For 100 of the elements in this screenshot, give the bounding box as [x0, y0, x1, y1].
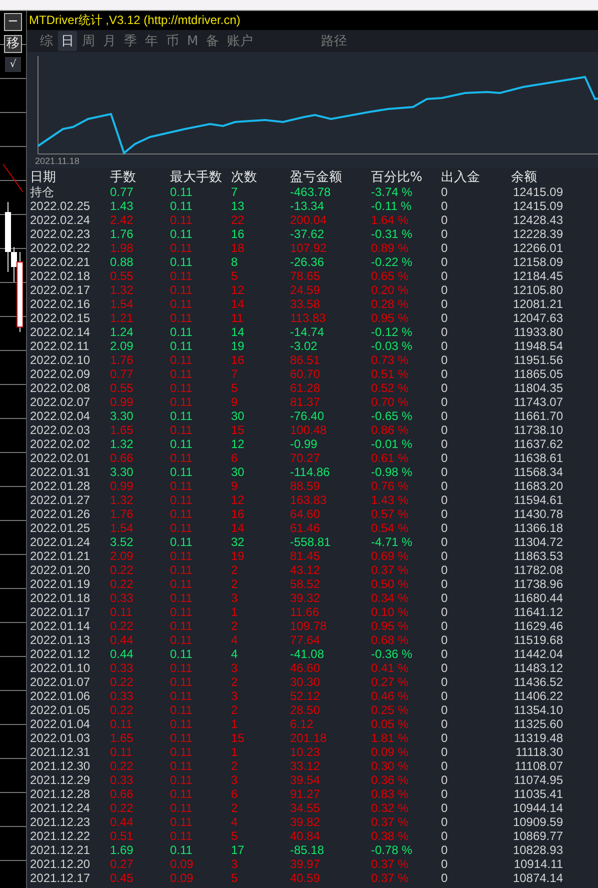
table-cell-text: -76.40: [290, 409, 326, 423]
tab[interactable]: 综: [37, 31, 56, 51]
tab[interactable]: 周: [79, 31, 98, 51]
table-cell-text: 0.44: [110, 647, 134, 661]
table-cell-text: 0.11: [170, 731, 194, 745]
table-cell-text: 0: [441, 213, 449, 227]
table-cell-text: 40.59: [290, 871, 322, 885]
table-cell-text: 0: [441, 465, 449, 479]
table-cell-text: 0: [441, 311, 449, 325]
table-cell-text: 0.22: [110, 703, 134, 717]
table-cell-text: 0: [441, 339, 449, 353]
table-cell-text: 52.12: [290, 689, 322, 703]
tab[interactable]: 月: [100, 31, 119, 51]
table-cell-text: 2022.01.06: [30, 689, 92, 703]
table-cell-text: 0: [441, 675, 449, 689]
table-cell-text: 33.12: [290, 759, 322, 773]
table-cell-text: 2022.01.13: [30, 633, 92, 647]
table-cell-text: 2022.01.05: [30, 703, 92, 717]
table-cell-text: 持仓: [30, 185, 55, 199]
table-cell-text: 163.83: [290, 493, 328, 507]
tab[interactable]: 备: [203, 31, 222, 51]
table-cell-text: 0.22: [110, 675, 134, 689]
table-cell-text: 0: [441, 507, 449, 521]
toolbar-button[interactable]: √: [5, 57, 21, 72]
table-cell-text: 0.11: [170, 493, 194, 507]
tab[interactable]: 账户: [224, 31, 256, 51]
table-cell-text: 7: [231, 185, 239, 199]
table-cell-text: 39.54: [290, 773, 322, 787]
table-cell-text: 12415.09: [512, 199, 563, 213]
table-cell-text: 0.33: [110, 591, 134, 605]
table-cell-text: 0.11: [170, 535, 194, 549]
table-cell-text: 1.65: [110, 423, 134, 437]
table-cell-text: 28.50: [290, 703, 322, 717]
table-cell-text: 14: [231, 297, 246, 311]
table-cell-text: 8: [231, 255, 239, 269]
tab[interactable]: 路径: [318, 31, 350, 51]
table-cell-text: 0.11: [170, 563, 194, 577]
table-cell-text: 0: [441, 577, 449, 591]
table-cell-text: 2022.02.23: [30, 227, 92, 241]
table-cell-text: 0: [441, 661, 449, 675]
table-cell-text: -0.11 %: [371, 199, 412, 213]
tab[interactable]: 币: [163, 31, 182, 51]
table-cell-text: 1.32: [110, 283, 134, 297]
table-cell-text: 0.41 %: [371, 661, 410, 675]
table-cell-text: 0.37 %: [371, 857, 410, 871]
table-cell-text: 22: [231, 213, 246, 227]
table-cell-text: 0.50 %: [371, 577, 410, 591]
table-cell-text: 10944.14: [512, 801, 563, 815]
table-cell-text: 14: [231, 325, 246, 339]
table-cell-text: 1: [231, 605, 239, 619]
table-cell-text: 0.11: [170, 213, 194, 227]
table-cell-text: 0.11: [170, 423, 194, 437]
table-cell-text: 0: [441, 479, 449, 493]
table-cell-text: -41.08: [290, 647, 326, 661]
table-cell-text: 6: [231, 787, 239, 801]
table-cell-text: 1.76: [110, 353, 134, 367]
table-cell-text: 11948.54: [512, 339, 563, 353]
table-cell-text: -0.99: [290, 437, 318, 451]
table-cell-text: 11865.05: [512, 367, 563, 381]
table-cell-text: 0.11: [170, 381, 194, 395]
table-cell-text: 39.82: [290, 815, 322, 829]
table-cell-text: 70.27: [290, 451, 322, 465]
tab[interactable]: M: [184, 32, 202, 50]
table-cell-text: 9: [231, 395, 239, 409]
table-cell-text: 0.11: [170, 297, 194, 311]
table-cell-text: 0.09 %: [371, 745, 410, 759]
tab[interactable]: 年: [142, 31, 161, 51]
tab[interactable]: 季: [121, 31, 140, 51]
table-cell-text: 13: [231, 199, 246, 213]
table-cell-text: 2021.12.22: [30, 829, 92, 843]
tab[interactable]: 日: [58, 31, 77, 51]
table-cell-text: 200.04: [290, 213, 328, 227]
table-cell-text: 0.86 %: [371, 423, 410, 437]
toolbar-button[interactable]: −: [4, 13, 22, 31]
table-cell-text: 11035.41: [512, 787, 563, 801]
table-cell-text: 0.11: [110, 717, 134, 731]
table-cell-text: 46.60: [290, 661, 322, 675]
table-cell-text: 0.11: [170, 605, 194, 619]
column-header: 百分比%: [371, 170, 424, 185]
table-cell-text: 2.09: [110, 339, 134, 353]
table-cell-text: 10874.14: [512, 871, 563, 885]
table-cell-text: 0.11: [170, 773, 194, 787]
table-cell-text: 40.84: [290, 829, 322, 843]
toolbar-button[interactable]: 移: [4, 35, 22, 53]
table-cell-text: 7: [231, 367, 239, 381]
table-cell-text: 12: [231, 283, 246, 297]
table-cell-text: 1.24: [110, 325, 134, 339]
table-cell-text: 0: [441, 493, 449, 507]
table-cell-text: 2022.01.04: [30, 717, 92, 731]
table-cell-text: 3: [231, 689, 239, 703]
table-cell-text: 0.11: [110, 745, 134, 759]
table-cell-text: 34.55: [290, 801, 322, 815]
table-cell-text: 11629.46: [512, 619, 563, 633]
table-cell-text: 0.52 %: [371, 381, 410, 395]
table-cell-text: 64.60: [290, 507, 322, 521]
table-cell-text: 0: [441, 689, 449, 703]
table-cell-text: 0: [441, 269, 449, 283]
table-cell-text: 17: [231, 843, 246, 857]
table-cell-text: 10869.77: [512, 829, 563, 843]
table-cell-text: 2022.01.31: [30, 465, 92, 479]
